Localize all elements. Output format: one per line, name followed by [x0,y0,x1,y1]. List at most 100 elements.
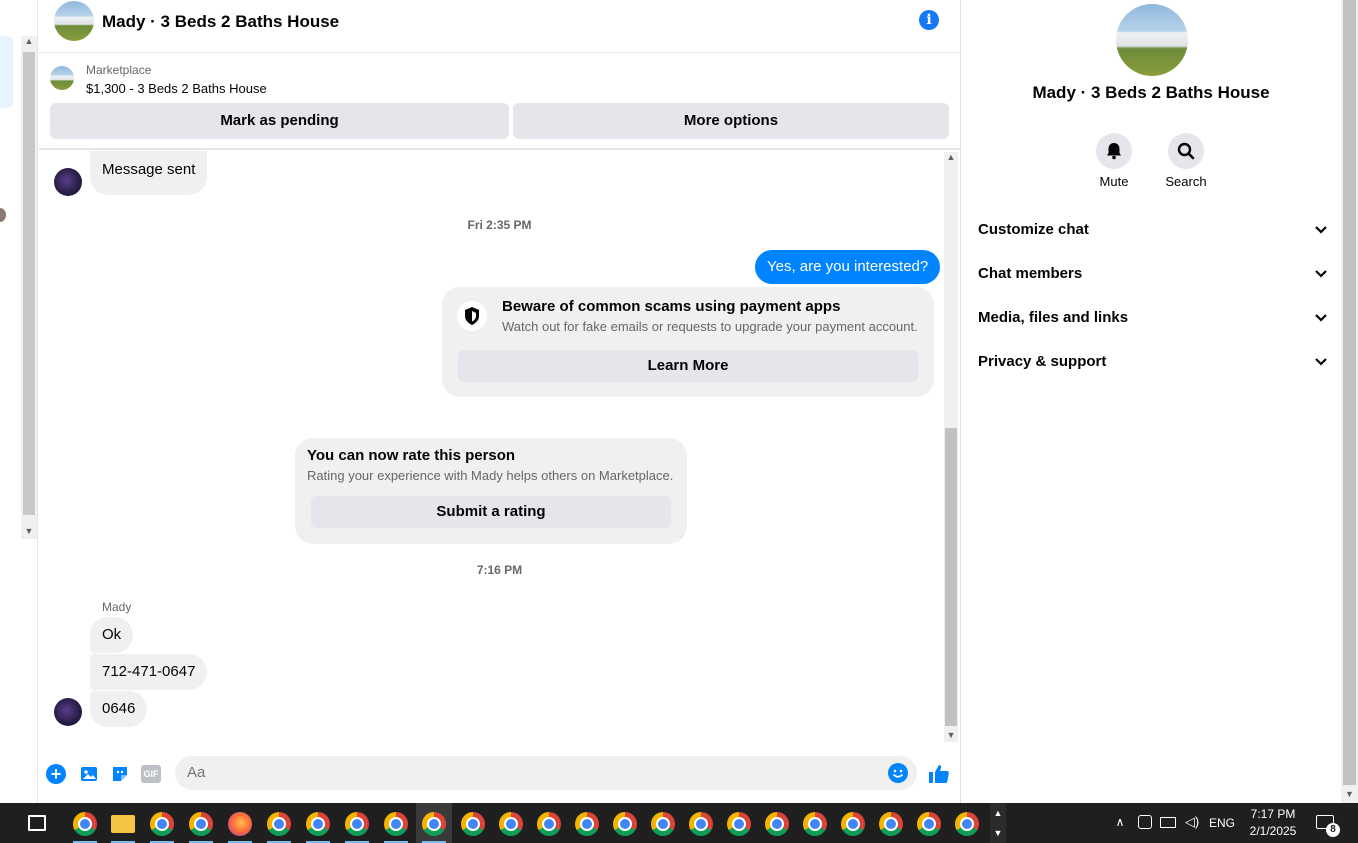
listing-profile-photo[interactable] [1116,4,1188,76]
scroll-up-arrow-icon[interactable]: ▲ [21,36,37,46]
chrome-icon[interactable] [765,812,789,836]
file-explorer-icon[interactable] [111,815,135,833]
section-label: Media, files and links [978,309,1129,326]
chrome-icon[interactable] [461,812,485,836]
volume-icon[interactable]: ◁) [1184,814,1200,830]
chat-header: Mady · 3 Beds 2 Baths House i [39,0,961,53]
chrome-icon[interactable] [189,812,213,836]
show-hidden-icons-icon[interactable]: ∧ [1112,815,1128,829]
clock-time[interactable]: 7:17 PM [1244,807,1302,821]
thumbs-up-icon[interactable] [927,762,951,791]
selected-chat-indicator [0,36,13,108]
scroll-down-arrow-icon[interactable]: ▼ [945,730,957,740]
section-label: Privacy & support [978,353,1107,370]
message-sent-status: Message sent [90,151,208,195]
sticker-icon[interactable] [110,764,130,789]
chat-panel: Mady · 3 Beds 2 Baths House i Marketplac… [39,0,961,803]
search-icon [1177,142,1195,160]
emoji-icon[interactable] [888,763,908,783]
submit-rating-button[interactable]: Submit a rating [311,496,671,528]
chrome-icon[interactable] [841,812,865,836]
search-button[interactable] [1168,133,1204,169]
chrome-icon[interactable] [955,812,979,836]
shield-icon [457,301,487,331]
search-label: Search [1165,174,1207,189]
info-icon[interactable]: i [919,10,939,30]
chat-members-section[interactable]: Chat members [978,254,1328,294]
photo-icon[interactable] [79,764,99,789]
sidebar-scrollbar-thumb[interactable] [23,52,35,515]
listing-price-title[interactable]: $1,300 - 3 Beds 2 Baths House [86,81,267,96]
windows-taskbar: ▲ ▼ ∧ ◁) ENG 7:17 PM 2/1/2025 8 [0,803,1358,843]
media-files-links-section[interactable]: Media, files and links [978,298,1328,338]
chrome-icon[interactable] [267,812,291,836]
timestamp: 7:16 PM [476,563,523,577]
chrome-icon[interactable] [345,812,369,836]
chrome-icon[interactable] [651,812,675,836]
clock-date[interactable]: 2/1/2025 [1244,824,1302,838]
listing-avatar[interactable] [54,1,94,41]
outgoing-message[interactable]: Yes, are you interested? [755,250,941,284]
message-input[interactable] [187,756,867,790]
incoming-message[interactable]: Ok [90,617,134,653]
firefox-icon[interactable] [228,812,252,836]
sender-avatar[interactable] [54,698,82,726]
chrome-icon[interactable] [73,812,97,836]
listing-thumbnail[interactable] [50,66,74,90]
mark-as-pending-button[interactable]: Mark as pending [50,103,509,139]
incoming-message[interactable]: 0646 [90,691,148,727]
chrome-icon[interactable] [917,812,941,836]
scam-warning-card: Beware of common scams using payment app… [442,287,934,397]
learn-more-button[interactable]: Learn More [458,350,918,382]
chrome-icon[interactable] [150,812,174,836]
rating-card-title: You can now rate this person [307,447,516,464]
task-view-icon[interactable] [28,815,46,831]
marketplace-label: Marketplace [86,63,152,77]
chrome-icon[interactable] [879,812,903,836]
mute-button[interactable] [1096,133,1132,169]
conversation-title[interactable]: Mady · 3 Beds 2 Baths House [102,11,339,33]
page-scrollbar-thumb[interactable] [1343,0,1356,785]
scroll-up-arrow-icon[interactable]: ▲ [945,152,957,162]
scam-warning-title: Beware of common scams using payment app… [502,298,841,315]
mute-label: Mute [1099,174,1129,189]
customize-chat-section[interactable]: Customize chat [978,210,1328,250]
chrome-icon[interactable] [537,812,561,836]
gif-icon[interactable]: GIF [141,765,161,783]
messages-scrollbar-thumb[interactable] [945,428,957,726]
chevron-down-icon [1314,342,1328,397]
chrome-icon[interactable] [422,812,446,836]
meet-now-icon[interactable] [1138,815,1152,829]
chrome-icon[interactable] [499,812,523,836]
sender-avatar[interactable] [54,168,82,196]
notification-count-badge: 8 [1326,823,1340,837]
scroll-down-arrow-icon[interactable]: ▼ [21,526,37,536]
chrome-icon[interactable] [727,812,751,836]
conversation-details-panel: Mady · 3 Beds 2 Baths House Mute Search … [962,0,1340,803]
message-composer[interactable] [175,756,917,790]
header-divider [39,148,961,150]
timestamp: Fri 2:35 PM [467,218,532,232]
rating-card-body: Rating your experience with Mady helps o… [307,468,674,483]
chrome-icon[interactable] [613,812,637,836]
chrome-icon[interactable] [575,812,599,836]
network-icon[interactable] [1160,817,1176,828]
section-label: Customize chat [978,221,1089,238]
sender-name: Mady [102,600,132,614]
rating-card: You can now rate this person Rating your… [295,438,687,544]
scroll-down-arrow-icon[interactable]: ▼ [1343,789,1356,799]
chrome-icon[interactable] [803,812,827,836]
more-options-button[interactable]: More options [513,103,949,139]
bell-icon [1107,143,1121,160]
chrome-icon[interactable] [306,812,330,836]
privacy-support-section[interactable]: Privacy & support [978,342,1328,382]
details-title: Mady · 3 Beds 2 Baths House [1032,83,1270,102]
scam-warning-body: Watch out for fake emails or requests to… [502,319,918,334]
incoming-message[interactable]: 712-471-0647 [90,654,208,690]
taskbar-overflow-scroll[interactable]: ▲ ▼ [990,803,1006,843]
section-label: Chat members [978,265,1083,282]
plus-icon[interactable]: + [46,764,66,784]
language-indicator[interactable]: ENG [1208,816,1236,830]
chrome-icon[interactable] [689,812,713,836]
chrome-icon[interactable] [384,812,408,836]
